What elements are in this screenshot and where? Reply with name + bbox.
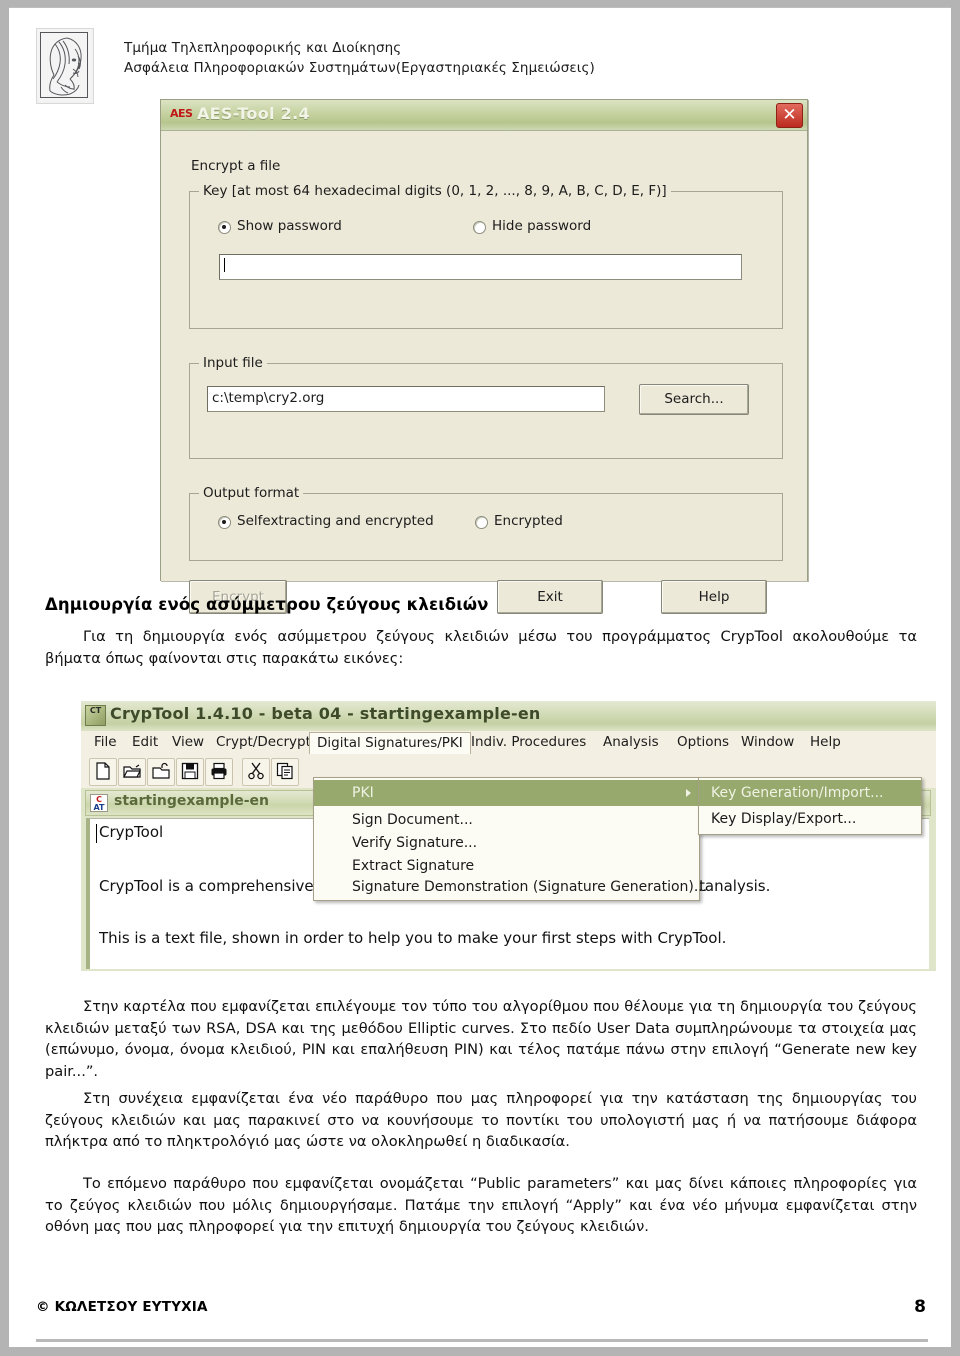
output-encrypted-radio[interactable]: Encrypted bbox=[475, 513, 563, 529]
body-paragraph-3-text: Το επόμενο παράθυρο που εμφανίζεται ονομ… bbox=[45, 1175, 917, 1235]
header-line-2: Ασφάλεια Πληροφοριακών Συστημάτων(Εργαστ… bbox=[124, 60, 595, 76]
help-button[interactable]: Help bbox=[661, 580, 767, 614]
header-line-1: Τμήμα Τηλεπληροφορικής και Διοίκησης bbox=[124, 40, 402, 56]
cryptool-document-icon: C AT bbox=[90, 794, 108, 812]
menu-help[interactable]: Help bbox=[803, 733, 848, 752]
menu-item-pki-label: PKI bbox=[352, 785, 374, 801]
aes-tool-body: Encrypt a file Key [at most 64 hexadecim… bbox=[161, 131, 807, 614]
submenu-item-key-generation-import[interactable]: Key Generation/Import... bbox=[699, 780, 921, 806]
document-caret bbox=[96, 824, 97, 843]
menu-digital-signatures-pki[interactable]: Digital Signatures/PKI bbox=[309, 732, 471, 755]
body-paragraph-3: Το επόμενο παράθυρο που εμφανίζεται ονομ… bbox=[45, 1173, 917, 1238]
text-caret bbox=[224, 258, 225, 272]
cryptool-menubar: File Edit View Crypt/Decrypt Digital Sig… bbox=[81, 731, 936, 755]
copy-icon[interactable] bbox=[271, 758, 299, 786]
menu-item-signature-demonstration[interactable]: Signature Demonstration (Signature Gener… bbox=[314, 874, 707, 900]
key-groupbox: Key [at most 64 hexadecimal digits (0, 1… bbox=[189, 183, 783, 329]
footer-copyright: © ΚΩΛΕΤΣΟΥ ΕΥΤΥΧΙΑ bbox=[36, 1299, 208, 1315]
page-content: Τμήμα Τηλεπληροφορικής και Διοίκησης Ασφ… bbox=[9, 11, 951, 1347]
frame-top-rule bbox=[9, 7, 951, 8]
exit-button[interactable]: Exit bbox=[497, 580, 603, 614]
cryptool-window: CT CrypTool 1.4.10 - beta 04 - startinge… bbox=[81, 701, 936, 971]
body-paragraph-2-text: Στη συνέχεια εμφανίζεται ένα νέο παράθυρ… bbox=[45, 1090, 917, 1150]
menu-analysis[interactable]: Analysis bbox=[596, 733, 666, 752]
cryptool-child-window-title: startingexample-en bbox=[114, 793, 270, 809]
aes-app-icon: AES bbox=[170, 107, 193, 120]
output-format-groupbox: Output format Selfextracting and encrypt… bbox=[189, 485, 783, 561]
document-header: Τμήμα Τηλεπληροφορικής και Διοίκησης Ασφ… bbox=[36, 24, 916, 104]
menu-options[interactable]: Options bbox=[670, 733, 736, 752]
section-heading: Δημιουργία ενός ασύμμετρου ζεύγους κλειδ… bbox=[45, 595, 489, 614]
aes-tool-window: AES AES-Tool 2.4 ✕ Encrypt a file Key [a… bbox=[160, 99, 808, 614]
input-file-field[interactable]: c:\temp\cry2.org bbox=[207, 386, 605, 412]
key-groupbox-legend: Key [at most 64 hexadecimal digits (0, 1… bbox=[199, 183, 671, 199]
menu-crypt-decrypt[interactable]: Crypt/Decrypt bbox=[209, 733, 318, 752]
body-paragraph-1: Στην καρτέλα που εμφανίζεται επιλέγουμε … bbox=[45, 996, 917, 1082]
section-intro-paragraph: Για τη δημιουργία ενός ασύμμετρου ζεύγου… bbox=[45, 626, 917, 669]
hide-password-radio[interactable]: Hide password bbox=[473, 218, 591, 234]
open-unlocked-icon[interactable] bbox=[147, 758, 175, 786]
chevron-right-icon bbox=[686, 789, 691, 797]
body-paragraph-2: Στη συνέχεια εμφανίζεται ένα νέο παράθυρ… bbox=[45, 1088, 917, 1153]
menu-indiv-procedures[interactable]: Indiv. Procedures bbox=[464, 733, 593, 752]
menu-window[interactable]: Window bbox=[734, 733, 801, 752]
toolbar-separator bbox=[232, 760, 233, 782]
pki-submenu: Key Generation/Import... Key Display/Exp… bbox=[698, 777, 922, 835]
cryptool-titlebar: CT CrypTool 1.4.10 - beta 04 - startinge… bbox=[81, 701, 936, 731]
menu-view[interactable]: View bbox=[165, 733, 211, 752]
new-file-icon[interactable] bbox=[89, 758, 117, 786]
input-file-groupbox: Input file c:\temp\cry2.org Search... bbox=[189, 355, 783, 459]
submenu-item-key-display-export[interactable]: Key Display/Export... bbox=[699, 806, 921, 832]
page-number: 8 bbox=[914, 1297, 926, 1317]
menu-file[interactable]: File bbox=[87, 733, 124, 752]
print-icon[interactable] bbox=[205, 758, 233, 786]
output-selfextracting-radio[interactable]: Selfextracting and encrypted bbox=[218, 513, 434, 529]
input-file-legend: Input file bbox=[199, 355, 267, 371]
menu-edit[interactable]: Edit bbox=[125, 733, 165, 752]
key-input[interactable] bbox=[219, 254, 742, 280]
search-button[interactable]: Search... bbox=[639, 384, 749, 415]
cryptool-app-icon: CT bbox=[85, 705, 106, 726]
page-footer: © ΚΩΛΕΤΣΟΥ ΕΥΤΥΧΙΑ 8 bbox=[36, 1297, 928, 1347]
output-format-legend: Output format bbox=[199, 485, 304, 501]
body-paragraph-1-text: Στην καρτέλα που εμφανίζεται επιλέγουμε … bbox=[45, 998, 917, 1080]
document-line-1: CrypTool bbox=[99, 823, 164, 841]
menu-item-pki[interactable]: PKI bbox=[314, 780, 699, 806]
department-header-text: Τμήμα Τηλεπληροφορικής και Διοίκησης Ασφ… bbox=[124, 38, 595, 78]
section-intro-text: Για τη δημιουργία ενός ασύμμετρου ζεύγου… bbox=[45, 628, 917, 667]
digital-signatures-dropdown-menu: PKI Sign Document... Verify Signature...… bbox=[313, 777, 707, 901]
open-folder-icon[interactable] bbox=[118, 758, 146, 786]
department-crest-logo bbox=[36, 28, 94, 104]
cut-icon[interactable] bbox=[242, 758, 270, 786]
document-line-3: This is a text file, shown in order to h… bbox=[99, 929, 727, 947]
aes-tool-title: AES-Tool 2.4 bbox=[197, 104, 310, 123]
encrypt-a-file-label: Encrypt a file bbox=[191, 158, 281, 174]
show-password-radio[interactable]: Show password bbox=[218, 218, 342, 234]
cryptool-title-text: CrypTool 1.4.10 - beta 04 - startingexam… bbox=[110, 704, 541, 723]
save-icon[interactable] bbox=[176, 758, 204, 786]
aes-tool-titlebar: AES AES-Tool 2.4 ✕ bbox=[161, 100, 807, 131]
footer-rule bbox=[36, 1339, 928, 1342]
close-icon[interactable]: ✕ bbox=[776, 103, 803, 128]
